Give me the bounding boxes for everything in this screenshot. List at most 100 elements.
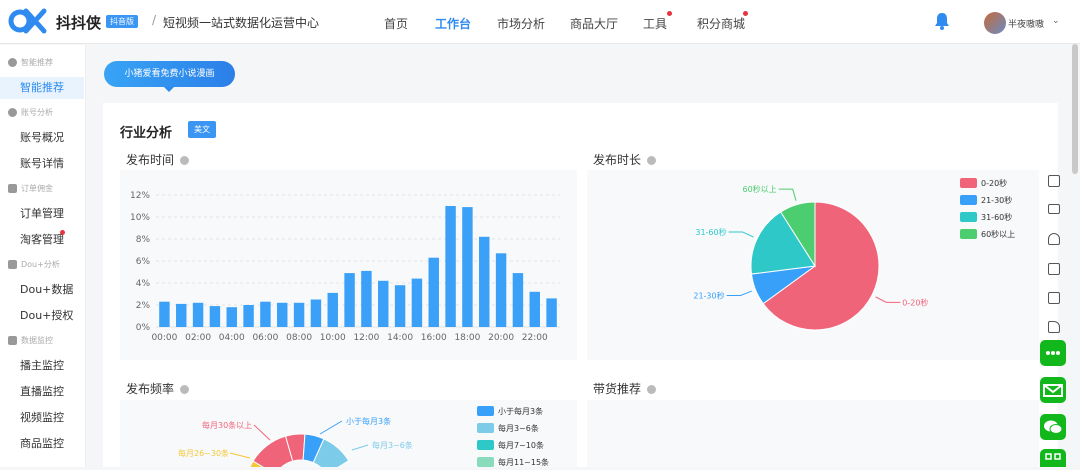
x-tick-label: 04:00 — [219, 333, 245, 343]
donut-label-line — [351, 444, 369, 451]
nav-home[interactable]: 首页 — [384, 15, 408, 32]
publish-duration-pie-chart: 0-20秒 21-30秒 31-60秒 60秒以上 0-20秒 21-30秒 31-60秒 6… — [693, 178, 1015, 331]
goods-panel-background — [587, 400, 1039, 467]
sidebar-item-product-monitor[interactable]: 商品监控 — [0, 433, 84, 455]
bar — [411, 278, 423, 327]
bar — [378, 280, 389, 327]
info-icon[interactable] — [647, 156, 657, 165]
sidebar-group-smart: 智能推荐 — [8, 57, 53, 68]
sidebar-item-streamer-monitor[interactable]: 播主监控 — [0, 355, 84, 377]
mail-icon[interactable] — [1040, 377, 1066, 403]
sidebar-item-dou-data[interactable]: Dou+数据 — [0, 279, 84, 301]
legend-swatch — [960, 212, 977, 222]
x-tick-label: 16:00 — [421, 333, 447, 343]
sidebar-item-video-monitor[interactable]: 视频监控 — [0, 407, 84, 429]
pie-slice-label: 31-60秒 — [695, 227, 726, 237]
x-tick-label: 00:00 — [151, 333, 177, 343]
panel-title-duration: 发布时长 — [593, 151, 657, 168]
username[interactable]: 半夜嗷嗷 — [1008, 17, 1044, 30]
content-category-tab[interactable]: 小猪爱看免费小说漫画 — [104, 61, 235, 87]
nav-points-mall[interactable]: 积分商城 — [697, 15, 745, 32]
panel-title-time: 发布时间 — [126, 151, 190, 168]
x-tick-label: 10:00 — [320, 333, 346, 343]
legend-label: 每月11~15条 — [498, 457, 549, 467]
info-icon[interactable] — [180, 156, 190, 165]
bar — [176, 303, 187, 327]
x-tick-label: 12:00 — [353, 333, 379, 343]
pie-slice-label: 21-30秒 — [693, 290, 724, 300]
tools-notification-dot — [667, 11, 672, 16]
legend-swatch — [960, 178, 977, 188]
scrollbar[interactable] — [1072, 44, 1078, 174]
pie-label-line — [875, 296, 901, 303]
sidebar-item-smart-recommend[interactable]: 智能推荐 — [0, 77, 84, 99]
logo-icon[interactable] — [8, 7, 48, 35]
sidebar-item-dou-auth[interactable]: Dou+授权 — [0, 305, 84, 327]
publish-frequency-donut-chart: 每月30条以上 小于每月3条每月3~6条每月26~30条小于每月3条每月3~6条每… — [178, 406, 549, 467]
avatar[interactable] — [984, 12, 1006, 34]
bar — [546, 298, 557, 327]
pie-label-line — [726, 290, 752, 296]
bar — [344, 273, 355, 327]
nav-market-analysis[interactable]: 市场分析 — [497, 15, 545, 32]
chevron-down-icon[interactable]: ⌄ — [1052, 16, 1060, 26]
y-tick-label: 6% — [136, 257, 151, 267]
version-badge: 抖音版 — [106, 15, 138, 28]
legend-swatch — [477, 423, 494, 433]
sidebar-item-taoke-management[interactable]: 淘客管理 — [0, 229, 84, 251]
category-button[interactable]: 美文 — [188, 121, 216, 138]
bar — [462, 207, 473, 327]
legend-swatch — [477, 406, 494, 416]
bar — [159, 301, 170, 327]
building-icon[interactable] — [1048, 175, 1060, 187]
bar — [327, 292, 338, 327]
wechat-icon[interactable] — [1040, 414, 1066, 440]
legend-label: 0-20秒 — [981, 178, 1007, 188]
x-tick-label: 06:00 — [252, 333, 278, 343]
brand-name: 抖抖侠 — [56, 14, 102, 32]
bar — [512, 273, 524, 327]
y-tick-label: 4% — [136, 279, 151, 289]
sidebar-group-orders: 订单佣金 — [8, 183, 53, 194]
video-icon[interactable] — [1048, 204, 1060, 214]
bar — [428, 257, 439, 327]
info-icon[interactable] — [647, 385, 657, 394]
legend-label: 60秒以上 — [981, 229, 1015, 239]
group-icon — [8, 260, 17, 269]
thumbs-up-icon[interactable] — [1048, 321, 1060, 333]
mall-notification-dot — [743, 11, 748, 16]
sidebar-item-account-overview[interactable]: 账号概况 — [0, 127, 84, 149]
document-icon[interactable] — [1048, 292, 1060, 304]
donut-label-line — [253, 424, 271, 441]
legend-swatch — [477, 440, 494, 450]
sidebar-item-live-monitor[interactable]: 直播监控 — [0, 381, 84, 403]
bell-icon[interactable] — [934, 12, 950, 30]
publish-time-bar-chart: 0% 2% 4% 6% 8% 10% 12% 00:00 02:00 04:00 06:00 08:0… — [130, 191, 560, 343]
nav-workbench[interactable]: 工作台 — [435, 15, 471, 32]
sidebar: 智能推荐 智能推荐 账号分析 账号概况 账号详情 订单佣金 订单管理 淘客管理 … — [0, 45, 86, 467]
bar — [293, 302, 305, 327]
bar — [310, 299, 322, 327]
info-icon[interactable] — [180, 385, 190, 394]
sidebar-group-monitor: 数据监控 — [8, 335, 53, 346]
group-icon — [8, 108, 17, 117]
qrcode-icon[interactable] — [1040, 449, 1066, 467]
bar — [394, 285, 406, 327]
y-tick-label: 8% — [136, 235, 151, 245]
message-icon[interactable] — [1040, 340, 1066, 366]
sidebar-item-order-management[interactable]: 订单管理 — [0, 203, 84, 225]
nav-product-hall[interactable]: 商品大厅 — [570, 15, 618, 32]
x-tick-label: 22:00 — [522, 333, 548, 343]
bar — [495, 253, 507, 327]
legend-label: 31-60秒 — [981, 212, 1012, 222]
bar — [209, 306, 221, 327]
x-tick-label: 14:00 — [387, 333, 413, 343]
chat-icon[interactable] — [1048, 263, 1060, 275]
headset-icon[interactable] — [1048, 233, 1060, 245]
taoke-notification-dot — [60, 230, 65, 235]
sidebar-group-dou: Dou+分析 — [8, 259, 60, 270]
legend-swatch — [960, 195, 977, 205]
bar — [260, 301, 271, 327]
sidebar-item-account-detail[interactable]: 账号详情 — [0, 153, 84, 175]
nav-tools[interactable]: 工具 — [643, 15, 667, 32]
